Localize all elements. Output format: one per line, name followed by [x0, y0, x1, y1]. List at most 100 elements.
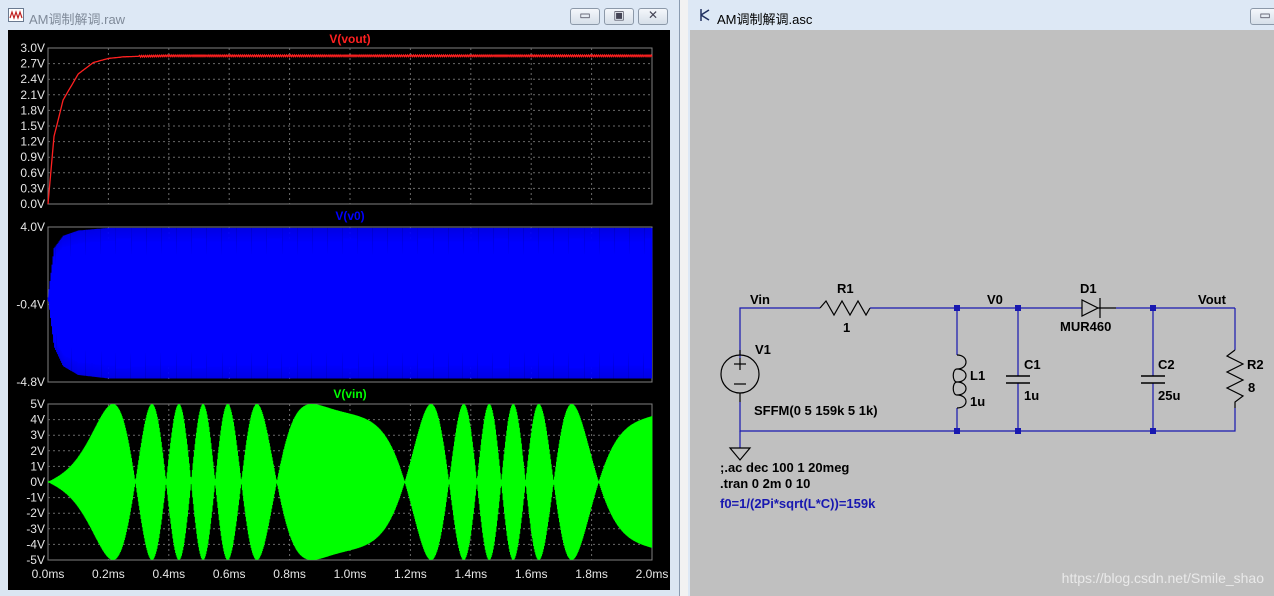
- waveform-titlebar[interactable]: AM调制解调.raw ▭ ▣ ✕: [0, 0, 679, 30]
- x-tick-label: 0.8ms: [273, 567, 306, 581]
- junction-dot: [1150, 305, 1156, 311]
- c2-value: 25u: [1158, 388, 1180, 403]
- x-tick-label: 2.0ms: [636, 567, 669, 581]
- d1-value: MUR460: [1060, 319, 1111, 334]
- y-tick-label: 3.0V: [20, 41, 45, 55]
- wire-vin: [739, 307, 820, 358]
- y-tick-label: 4V: [30, 413, 45, 427]
- y-tick-label: 5V: [30, 397, 45, 411]
- x-tick-label: 1.2ms: [394, 567, 427, 581]
- restore-icon: ▣: [613, 8, 625, 22]
- schematic-window-title: AM调制解调.asc: [717, 12, 813, 27]
- r1-resistor-symbol[interactable]: [819, 299, 871, 317]
- schematic-titlebar[interactable]: AM调制解调.asc ▭: [688, 0, 1274, 30]
- x-tick-label: 1.8ms: [575, 567, 608, 581]
- plot-area[interactable]: 3.0V 2.7V 2.4V 2.1V 1.8V 1.5V 1.2V 0.9V 0.6V 0.3V…: [8, 30, 670, 590]
- watermark: https://blog.csdn.net/Smile_shao: [1061, 570, 1264, 586]
- junction-dot: [1015, 305, 1021, 311]
- junction-dot: [1150, 428, 1156, 434]
- net-label-v0: V0: [987, 292, 1003, 307]
- c2-capacitor-symbol[interactable]: [1141, 375, 1165, 384]
- x-tick-label: 1.6ms: [515, 567, 548, 581]
- y-tick-label: 0.9V: [20, 150, 45, 164]
- y-tick-label: -3V: [26, 522, 45, 536]
- x-tick-label: 0.2ms: [92, 567, 125, 581]
- r2-value: 8: [1248, 380, 1255, 395]
- y-tick-label: 1V: [30, 459, 45, 473]
- waveform-plots[interactable]: 3.0V 2.7V2.4V 2.1V1.8V 1.5V 1.2V0.9V 0.6V0.3V…: [8, 30, 670, 590]
- r1-value: 1: [843, 320, 850, 335]
- y-tick-label: 2.1V: [20, 88, 45, 102]
- ground-icon: [728, 447, 752, 461]
- schematic-app-icon: [700, 9, 710, 21]
- pane-v0[interactable]: 4.0V -0.4V -4.8V V(v0): [16, 209, 653, 389]
- y-tick-label: 2V: [30, 444, 45, 458]
- junction-dot: [954, 305, 960, 311]
- minimize-icon: ▭: [579, 8, 591, 22]
- junction-dot: [954, 428, 960, 434]
- x-tick-label: 1.4ms: [454, 567, 487, 581]
- d1-diode-symbol[interactable]: [1081, 298, 1116, 318]
- directive-ac[interactable]: ;.ac dec 100 1 20meg: [720, 460, 849, 475]
- schematic-window[interactable]: AM调制解调.asc ▭ Vin V0 Vout R1 1 D1 MUR460 …: [688, 0, 1274, 596]
- x-tick-label: 0.4ms: [152, 567, 185, 581]
- pane-vin[interactable]: 5V 4V3V 2V1V 0V -1V-2V -3V-4V -5V V(vin) 0.0ms 0.…: [26, 387, 668, 581]
- y-tick-label: -1V: [26, 491, 45, 505]
- l1-name: L1: [970, 368, 985, 383]
- waveform-window-title: AM调制解调.raw: [29, 12, 126, 27]
- wires: [739, 307, 1236, 448]
- v1-value: SFFM(0 5 159k 5 1k): [754, 403, 878, 418]
- y-tick-label: 1.2V: [20, 135, 45, 149]
- net-label-vin: Vin: [750, 292, 770, 307]
- d1-name: D1: [1080, 281, 1097, 296]
- y-tick-label: 1.5V: [20, 119, 45, 133]
- l1-inductor-symbol[interactable]: [952, 354, 967, 409]
- r2-resistor-symbol[interactable]: [1225, 349, 1245, 408]
- pane-title-vout: V(vout): [329, 32, 370, 46]
- y-tick-label: -0.4V: [16, 298, 45, 312]
- schematic-minimize-button[interactable]: ▭: [1250, 8, 1274, 25]
- r1-name: R1: [837, 281, 854, 296]
- c1-value: 1u: [1024, 388, 1039, 403]
- pane-vout[interactable]: 3.0V 2.7V2.4V 2.1V1.8V 1.5V 1.2V0.9V 0.6V0.3V…: [20, 32, 653, 211]
- c1-name: C1: [1024, 357, 1041, 372]
- y-tick-label: 1.8V: [20, 103, 45, 117]
- window-divider: [680, 0, 688, 596]
- waveform-window[interactable]: AM调制解调.raw ▭ ▣ ✕ 3.0V 2.7V 2.4V 2.1V 1.8V 1.5…: [0, 0, 680, 596]
- y-tick-label: 4.0V: [20, 220, 45, 234]
- close-icon: ✕: [647, 8, 659, 22]
- y-tick-label: 0.6V: [20, 166, 45, 180]
- x-tick-label: 0.6ms: [213, 567, 246, 581]
- y-tick-label: 2.7V: [20, 57, 45, 71]
- close-button[interactable]: ✕: [638, 8, 668, 25]
- y-tick-label: 0V: [30, 475, 45, 489]
- y-tick-label: 0.3V: [20, 181, 45, 195]
- y-tick-label: -2V: [26, 506, 45, 520]
- y-tick-label: -4V: [26, 537, 45, 551]
- pane-title-vin: V(vin): [333, 387, 366, 401]
- junction-dot: [1015, 428, 1021, 434]
- x-tick-label: 0.0ms: [32, 567, 65, 581]
- x-tick-label: 1.0ms: [334, 567, 367, 581]
- c1-capacitor-symbol[interactable]: [1006, 375, 1030, 384]
- pane-title-v0: V(v0): [335, 209, 364, 223]
- comment-f0[interactable]: f0=1/(2Pi*sqrt(L*C))=159k: [720, 496, 876, 511]
- waveform-app-icon: [8, 8, 24, 22]
- v1-name: V1: [755, 342, 771, 357]
- y-tick-label: -4.8V: [16, 375, 45, 389]
- l1-value: 1u: [970, 394, 985, 409]
- schematic-canvas[interactable]: Vin V0 Vout R1 1 D1 MUR460 V1 SFFM(0 5 1…: [690, 30, 1274, 596]
- y-tick-label: -5V: [26, 553, 45, 567]
- r2-name: R2: [1247, 357, 1264, 372]
- series-line-v0: [47, 227, 653, 379]
- y-tick-label: 2.4V: [20, 72, 45, 86]
- minimize-icon: ▭: [1259, 8, 1271, 22]
- c2-name: C2: [1158, 357, 1175, 372]
- directive-tran[interactable]: .tran 0 2m 0 10: [720, 476, 810, 491]
- y-tick-label: 3V: [30, 428, 45, 442]
- series-line-vin: [47, 403, 653, 561]
- minimize-button[interactable]: ▭: [570, 8, 600, 25]
- schematic-drawing[interactable]: Vin V0 Vout R1 1 D1 MUR460 V1 SFFM(0 5 1…: [690, 30, 1274, 596]
- net-label-vout: Vout: [1198, 292, 1227, 307]
- restore-button[interactable]: ▣: [604, 8, 634, 25]
